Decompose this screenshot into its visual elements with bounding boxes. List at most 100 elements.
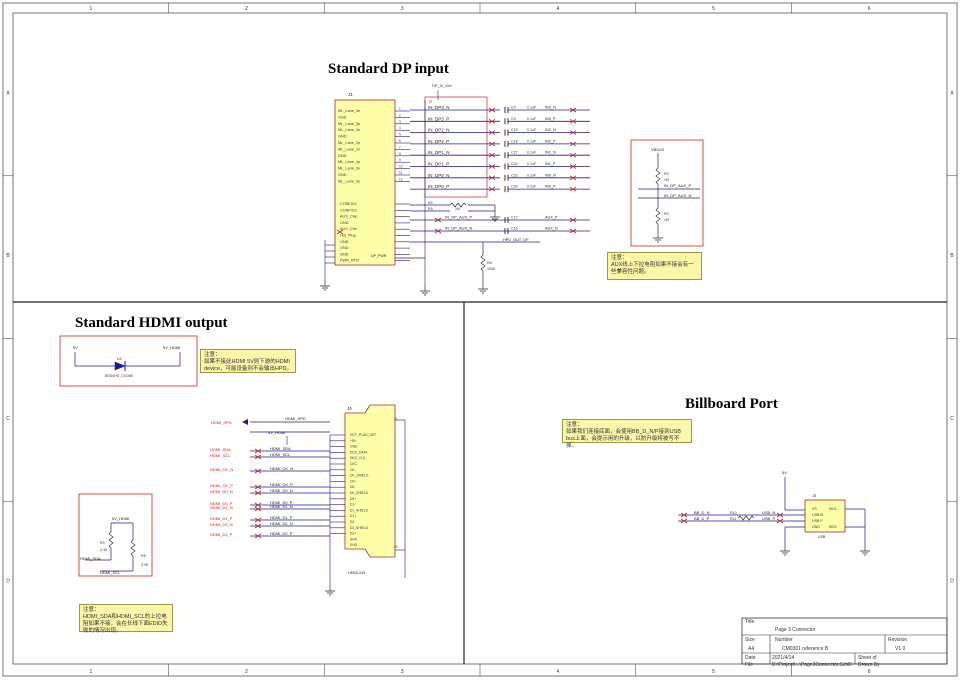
hdmi-connector-pin: SHD	[350, 537, 358, 541]
hdmi-connector-pin: D1-	[350, 503, 355, 507]
dp-cap-value: 0.1uF	[527, 106, 537, 110]
border-col-label: 2	[245, 669, 248, 675]
dp-lane-net: IN_DP1_P	[428, 162, 449, 167]
dp-pull-net: IN_DP_AUX_P	[664, 183, 691, 188]
bb-ic-part: USB	[818, 535, 826, 539]
hdmi-res-value: 3.3K	[100, 548, 108, 552]
resistor-symbol	[108, 531, 114, 549]
dp-aux-net: IN_DP_AUX_N	[445, 226, 472, 231]
bb-res-ref: R11	[730, 517, 736, 521]
dp-out-net: IN2_N	[545, 128, 556, 132]
dp-connector-pin: ML_Lane_0p	[338, 179, 360, 183]
border-row-label: C	[6, 416, 10, 422]
title-block-title: Page 3 Connector	[775, 627, 816, 633]
dp-connector-pin: CONFIG2	[340, 208, 357, 212]
dp-out-net: IN3_P	[545, 117, 556, 121]
dp-res-value: 1M	[664, 218, 669, 222]
dp-aux-net: IN_DP_AUX_P	[445, 215, 472, 220]
hdmi-net-name: HDMI_D0_N	[270, 488, 293, 493]
title-block-date: 2021/4/14	[772, 655, 795, 661]
dp-pin-number: 8	[399, 152, 401, 156]
border-row-label: C	[950, 416, 954, 422]
sheet-outer-border	[2, 2, 958, 677]
dp-out-net: IN1_P	[545, 162, 556, 166]
dp-diff-box	[424, 96, 488, 198]
hdmi-net-label: HDMI_D1_P	[210, 516, 233, 521]
dp-cap-ref: C16	[511, 227, 518, 231]
hdmi-connector-pin: D2-	[350, 520, 355, 524]
title-block-date-label: Date	[745, 655, 756, 661]
schematic-sheet: 1 1 2 2 3 3 4 4 5 5 6 6 A A B B C C D D J1 ML_Lane_3n 1 GND 2 ML_…	[0, 0, 960, 679]
bb-ic-ref: J3	[812, 493, 817, 498]
hdmi-connector-pin: SHD	[350, 543, 358, 547]
dp-cap-value: 0.1uF	[527, 151, 537, 155]
bb-out-net: USB_N	[762, 510, 775, 515]
dp-lane-net: IN_DP3_P	[428, 116, 449, 121]
hdmi-rail-out: 5V_HDMI	[163, 345, 180, 350]
hdmi-net-label: HDMI_HPD	[211, 420, 232, 425]
hdmi-connector-pin: CK_SHIELD	[350, 474, 369, 478]
dp-pin-number: 3	[399, 120, 401, 124]
bb-ic-pin: USB M	[812, 513, 823, 517]
border-col-label: 1	[89, 669, 92, 675]
hdmi-connector-pin: +5V	[350, 439, 357, 443]
billboard-note: 注意： 如果我们连接底面，会使用BB_D_N/P接到USB bus上面，会提示用…	[562, 419, 692, 449]
dp-cap-ref: C4	[511, 106, 516, 110]
hdmi-pin-number: 21	[394, 417, 398, 421]
border-col-label: 4	[556, 669, 559, 675]
dp-connector-pin: Hot_Plug	[340, 234, 356, 238]
dp-connector-pin: GND	[338, 154, 347, 158]
dp-cap-ref: C23	[511, 173, 518, 177]
dp-out-net: IN0_P	[545, 185, 556, 189]
dp-connector-pin: ML_Lane_2n	[338, 128, 360, 132]
dp-res-ref: R6	[487, 261, 492, 265]
resistor-symbol	[655, 167, 661, 185]
dp-lane-net: IN_DP0_N	[428, 173, 450, 178]
bb-rail: 5V	[782, 470, 787, 475]
dp-pull-net: IN_DP_AUX_N	[664, 193, 691, 198]
hdmi-5v-note: 注意： 如果不接此HDMI 5V则下游的HDMI device，可能设备则不会输…	[200, 349, 296, 373]
hdmi-pullup-net: HDMI_SDA	[80, 556, 101, 561]
dp-connector-pin: ML_Lane_3n	[338, 109, 360, 113]
dp-hpd-net: HPD_OUT_DP	[503, 238, 529, 242]
border-col-label: 6	[868, 6, 871, 12]
dp-pwr-net: DP_PWR	[371, 254, 387, 258]
resistor-symbol	[480, 254, 486, 272]
hdmi-connector-ref: J4	[347, 406, 352, 411]
dp-out-net: AUX_P	[545, 216, 558, 220]
dp-out-net: IN3_N	[545, 106, 556, 110]
dp-cap-ref: C27	[511, 151, 518, 155]
dp-diff-label: A	[429, 99, 432, 104]
dp-connector-pin: ML_Lane_1p	[338, 160, 360, 164]
dp-cap-ref: C20	[511, 185, 518, 189]
bb-ic-pin: MG1	[829, 507, 837, 511]
hdmi-connector-pin: D2_SHIELD	[350, 526, 369, 530]
dp-cap-ref: C18	[511, 139, 518, 143]
title-block-size-label: Size	[745, 637, 755, 643]
title-block-title-label: Title	[745, 619, 755, 625]
diode-symbol	[114, 361, 126, 371]
dp-res-ref: R3	[664, 212, 669, 216]
dp-pin-number: 5	[399, 133, 401, 137]
dp-connector-pin: ML_Lane_1n	[338, 147, 360, 151]
border-col-label: 3	[401, 669, 404, 675]
dp-pin-number: 9	[399, 158, 401, 162]
dp-cap-value: 0.1uF	[527, 185, 537, 189]
bb-out-net: USB_P	[762, 516, 775, 521]
title-block-number-label: Number	[775, 637, 793, 643]
title-block-sheet-label: Sheet of	[858, 655, 877, 661]
hdmi-pullup-net: HDMI_SCL	[100, 570, 121, 575]
hdmi-net-label: HDMI_SCL	[210, 453, 231, 458]
border-col-label: 5	[712, 6, 715, 12]
hdmi-net-name: HDMI_D1_N	[270, 504, 293, 509]
dp-det-net: DP_In_Det	[432, 83, 452, 88]
hdmi-pullup-rail: 5V_HDMI	[112, 516, 129, 521]
border-col-label: 3	[401, 6, 404, 12]
dp-res-value: 1M	[455, 207, 460, 211]
dp-res-ref: R4	[428, 201, 433, 205]
dp-lane-net: IN_DP2_P	[428, 139, 449, 144]
dp-cap-value: 0.1uF	[527, 162, 537, 166]
dp-lane-net: IN_DP1_N	[428, 150, 450, 155]
dp-res-ref: R3	[664, 172, 669, 176]
dp-pin-number: 12	[399, 177, 403, 181]
